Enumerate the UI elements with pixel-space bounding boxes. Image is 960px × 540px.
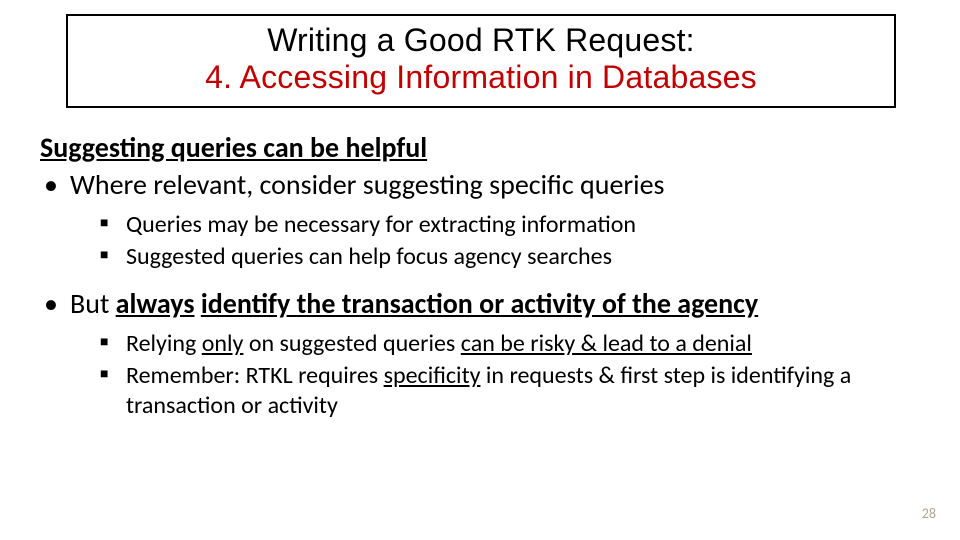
bullet-item-1: Where relevant, consider suggesting spec… xyxy=(40,167,930,272)
sb22-spec: specificity xyxy=(384,361,481,390)
sb21-risk: can be risky & lead to a denial xyxy=(461,329,752,358)
sub-bullet-2-1: Relying only on suggested queries can be… xyxy=(70,329,930,359)
slide: Writing a Good RTK Request: 4. Accessing… xyxy=(0,0,960,540)
slide-title-line1: Writing a Good RTK Request: xyxy=(78,22,884,59)
bullet-2-pre: But xyxy=(70,286,116,321)
sub-bullet-2-2: Remember: RTKL requires specificity in r… xyxy=(70,361,930,421)
slide-title-box: Writing a Good RTK Request: 4. Accessing… xyxy=(66,14,896,108)
sb21-a: Relying xyxy=(126,329,202,358)
sb21-b: on suggested queries xyxy=(243,329,460,358)
sub-bullet-1-1: Queries may be necessary for extracting … xyxy=(70,210,930,240)
bullet-list: Where relevant, consider suggesting spec… xyxy=(40,167,930,421)
slide-body: Suggesting queries can be helpful Where … xyxy=(40,130,930,435)
bullet-2-always: always xyxy=(116,286,195,321)
sb21-only: only xyxy=(202,329,244,358)
sub-bullet-1-2: Suggested queries can help focus agency … xyxy=(70,242,930,272)
bullet-item-2: But always identify the transaction or a… xyxy=(40,286,930,421)
subheading: Suggesting queries can be helpful xyxy=(40,130,930,165)
sub-bullet-list-2: Relying only on suggested queries can be… xyxy=(70,329,930,421)
sub-bullet-list-1: Queries may be necessary for extracting … xyxy=(70,210,930,272)
bullet-2-rest: identify the transaction or activity of … xyxy=(201,286,758,321)
sb22-a: Remember: RTKL requires xyxy=(126,361,384,390)
slide-title-line2: 4. Accessing Information in Databases xyxy=(78,59,884,96)
page-number: 28 xyxy=(922,505,936,522)
bullet-1-text: Where relevant, consider suggesting spec… xyxy=(70,167,664,202)
